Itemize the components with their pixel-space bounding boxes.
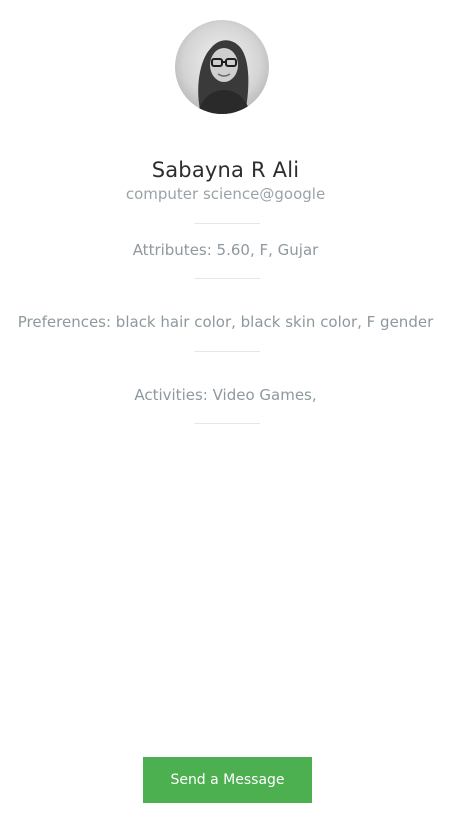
activities-text: Activities: Video Games, (134, 386, 317, 404)
attributes-text: Attributes: 5.60, F, Gujar (132, 241, 319, 259)
send-message-button[interactable]: Send a Message (143, 757, 312, 803)
divider (194, 223, 260, 224)
profile-subtitle: computer science@google (125, 185, 326, 203)
divider (194, 423, 260, 424)
profile-photo-icon (197, 40, 251, 114)
divider (194, 278, 260, 279)
profile-name: Sabayna R Ali (151, 158, 300, 182)
divider (194, 351, 260, 352)
preferences-text: Preferences: black hair color, black ski… (17, 313, 434, 331)
avatar (175, 20, 269, 114)
